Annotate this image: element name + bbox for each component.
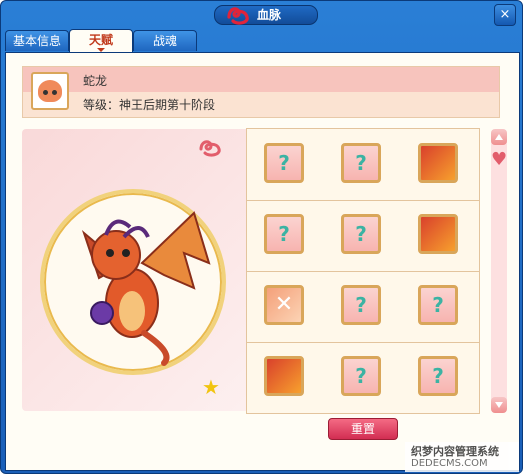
talent-window: 血脉 × 基本信息 天赋 战魂 蛇龙 等级：神王后期第十阶段 ★ ? ? ? ?… (0, 0, 523, 474)
row-divider (247, 342, 479, 343)
dragon-pet-image (81, 211, 211, 366)
talent-slot[interactable]: ? (254, 133, 312, 191)
row-divider (247, 271, 479, 272)
pet-level: 等级：神王后期第十阶段 (83, 98, 216, 112)
title-bar[interactable]: 血脉 × (1, 1, 522, 29)
fire-feather-icon (418, 143, 458, 183)
talent-slot[interactable] (408, 133, 466, 191)
talent-slot[interactable]: ✕ (254, 275, 312, 333)
question-mark-icon: ? (341, 143, 381, 183)
question-mark-icon: ? (418, 285, 458, 325)
tab-basic-info[interactable]: 基本信息 (5, 30, 69, 51)
talent-slot[interactable]: ? (408, 346, 466, 404)
question-mark-icon: ? (341, 214, 381, 254)
fire-dragon-icon (418, 214, 458, 254)
portrait-ring (40, 189, 226, 375)
pet-name: 蛇龙 (83, 74, 108, 88)
talent-slot[interactable]: ? (331, 346, 389, 404)
question-mark-icon: ? (264, 143, 304, 183)
question-mark-icon: ? (418, 356, 458, 396)
close-button[interactable]: × (494, 4, 516, 26)
talent-slot-grid: ???? ✕???? (246, 128, 480, 414)
watermark-line2: DEDECMS.COM (411, 458, 488, 469)
cross-burst-icon: ✕ (264, 285, 304, 325)
talent-slot[interactable] (254, 346, 312, 404)
main-panel: 蛇龙 等级：神王后期第十阶段 ★ ? ? ? ? ✕ ? ? ? ? ♥ 重置 (5, 52, 520, 471)
avatar-face-icon (38, 80, 62, 102)
scroll-down-arrow-icon[interactable] (491, 397, 507, 413)
pet-info-bar: 蛇龙 等级：神王后期第十阶段 (22, 66, 500, 118)
question-mark-icon: ? (341, 285, 381, 325)
fire-wave-icon (264, 356, 304, 396)
talent-slot[interactable]: ? (408, 275, 466, 333)
question-mark-icon: ? (264, 214, 304, 254)
scrollbar[interactable]: ♥ (491, 129, 507, 413)
heart-thumb-icon[interactable]: ♥ (491, 149, 507, 171)
window-title: 血脉 (257, 8, 282, 22)
star-icon[interactable]: ★ (202, 377, 222, 397)
swirl-emblem-icon (227, 7, 249, 25)
tab-battle-soul[interactable]: 战魂 (133, 30, 197, 51)
watermark: 织梦内容管理系统 DEDECMS.COM (405, 442, 519, 472)
talent-slot[interactable]: ? (331, 133, 389, 191)
swirl-emblem-icon (199, 140, 221, 157)
pet-avatar[interactable] (31, 72, 69, 110)
talent-slot[interactable]: ? (331, 275, 389, 333)
pet-portrait-panel: ★ (22, 129, 262, 411)
tab-talent-label: 天赋 (88, 33, 113, 47)
reset-button[interactable]: 重置 (328, 418, 398, 440)
tab-talent[interactable]: 天赋 (69, 29, 133, 52)
title-pill: 血脉 (214, 5, 318, 25)
row-divider (247, 200, 479, 201)
watermark-line1: 织梦内容管理系统 (411, 445, 499, 458)
talent-slot[interactable] (408, 204, 466, 262)
question-mark-icon: ? (341, 356, 381, 396)
talent-slot[interactable]: ? (331, 204, 389, 262)
scroll-up-arrow-icon[interactable] (491, 129, 507, 145)
talent-slot[interactable]: ? (254, 204, 312, 262)
